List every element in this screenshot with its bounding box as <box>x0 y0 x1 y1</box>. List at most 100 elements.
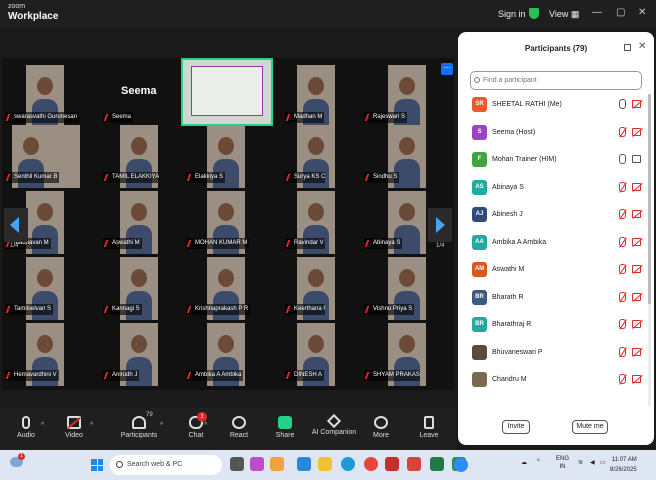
participant-face <box>218 269 234 287</box>
avatar: BR <box>472 317 487 332</box>
camera-off-icon[interactable] <box>632 320 641 328</box>
minimize-icon[interactable]: — <box>592 7 602 18</box>
participant-face <box>399 77 415 95</box>
audio-caret-icon[interactable]: ^ <box>41 422 44 429</box>
participant-face <box>131 335 147 353</box>
file-explorer-icon[interactable] <box>318 457 332 471</box>
mic-muted-icon[interactable] <box>619 346 626 357</box>
tile-name-text: Vishnu Priya S <box>373 306 413 312</box>
participant-row[interactable]: AJ Abinesh J <box>458 206 654 228</box>
participants-button[interactable]: Participants <box>117 408 161 439</box>
sign-in-button[interactable]: Sign in <box>498 9 526 19</box>
muted-mic-icon <box>186 240 195 247</box>
camera-off-icon[interactable] <box>632 237 641 246</box>
taskbar-search-input[interactable]: Search web & PC <box>110 455 222 475</box>
participant-tile-name: Abinaya S <box>364 238 403 249</box>
store-icon[interactable] <box>297 457 311 471</box>
avatar: AM <box>472 262 487 277</box>
chat-caret-icon[interactable]: ^ <box>204 422 207 429</box>
windows-start-icon[interactable] <box>91 459 103 471</box>
language-indicator[interactable]: ENG IN <box>556 455 569 471</box>
video-caret-icon[interactable]: ^ <box>90 422 93 429</box>
participant-name: SHEETAL RATHI (Me) <box>492 101 562 108</box>
mcafee-icon[interactable] <box>385 457 399 471</box>
chat-button[interactable]: Chat <box>174 408 218 439</box>
tile-name-text: Hemavardhini V <box>14 372 57 378</box>
maximize-icon[interactable]: ▢ <box>616 7 625 18</box>
ai-companion-button[interactable]: AI Companion <box>307 408 361 436</box>
page-indicator-left: 1/4 <box>10 243 19 249</box>
wifi-icon[interactable]: ≋ <box>578 459 583 466</box>
mic-muted-icon[interactable] <box>619 236 626 247</box>
participant-row[interactable]: S Seema (Host) <box>458 124 654 146</box>
view-button[interactable]: View ▦ <box>549 9 579 20</box>
clock[interactable]: 11:07 AM 8/26/2025 <box>610 455 637 475</box>
popout-icon[interactable] <box>624 44 631 51</box>
camera-off-icon[interactable] <box>632 292 641 301</box>
participant-row[interactable]: F Mohan Trainer (HIM) <box>458 151 654 173</box>
camera-icon[interactable] <box>632 155 641 163</box>
participant-row[interactable]: Bhuvaneswari P <box>458 344 654 366</box>
windows-taskbar: 1 Search web & PC ☁ ^ ENG IN ≋ ◀ ▭ 11:07… <box>0 450 656 480</box>
leave-button[interactable]: Leave <box>407 408 451 439</box>
more-options-icon[interactable]: ⋯ <box>441 63 453 75</box>
mic-muted-icon[interactable] <box>619 291 626 302</box>
tray-caret-icon[interactable]: ^ <box>537 459 540 465</box>
volume-icon[interactable]: ◀ <box>590 459 595 466</box>
camera-off-icon[interactable] <box>632 127 641 136</box>
mic-muted-icon[interactable] <box>619 264 626 274</box>
participant-scrollbar[interactable] <box>648 94 651 406</box>
participant-row[interactable]: BR Bharath R <box>458 289 654 311</box>
cloud-icon[interactable]: ☁ <box>521 459 527 466</box>
scroll-thumb[interactable] <box>648 94 651 304</box>
participant-row[interactable]: AS Abinaya S <box>458 179 654 201</box>
camera-off-icon[interactable] <box>632 375 641 383</box>
more-button[interactable]: More <box>359 408 403 439</box>
zoom-icon[interactable] <box>454 458 468 472</box>
participant-search-input[interactable]: Find a participant <box>470 71 642 90</box>
camera-off-icon[interactable] <box>632 347 641 356</box>
participants-caret-icon[interactable]: ^ <box>160 422 163 429</box>
door-icon <box>424 416 434 429</box>
mic-muted-icon[interactable] <box>619 319 626 329</box>
mute-me-button[interactable]: Mute me <box>572 420 608 434</box>
camera-off-icon[interactable] <box>632 182 641 191</box>
task-view-icon[interactable] <box>230 457 244 471</box>
camera-off-icon[interactable] <box>632 210 641 218</box>
avatar <box>472 344 487 360</box>
camera-off-icon[interactable] <box>632 265 641 273</box>
participant-row[interactable]: AM Aswathi M <box>458 261 654 283</box>
copilot-icon[interactable] <box>250 457 264 471</box>
participant-tile-name: Hemavardhini V <box>5 370 59 381</box>
close-panel-icon[interactable]: ✕ <box>638 41 646 52</box>
invite-button[interactable]: Invite <box>502 420 530 434</box>
close-icon[interactable]: ✕ <box>638 7 646 18</box>
shield-icon[interactable] <box>529 8 539 19</box>
battery-icon[interactable]: ▭ <box>600 459 606 466</box>
next-page-button[interactable] <box>428 208 452 242</box>
mic-muted-icon[interactable] <box>619 209 626 219</box>
mic-muted-icon[interactable] <box>619 126 626 137</box>
mic-icon[interactable] <box>619 99 626 109</box>
share-button[interactable]: Share <box>263 408 307 439</box>
edge-icon[interactable] <box>341 457 355 471</box>
muted-mic-icon <box>103 114 112 121</box>
active-speaker-tile[interactable] <box>181 58 273 126</box>
mic-muted-icon[interactable] <box>619 181 626 192</box>
gmail-icon[interactable] <box>407 457 421 471</box>
participant-row[interactable]: Chandru M <box>458 371 654 393</box>
participant-tile-name: Surya KS C <box>285 172 325 183</box>
participants-icon <box>132 416 146 429</box>
mic-icon[interactable] <box>619 154 626 164</box>
excel-icon[interactable] <box>430 457 444 471</box>
participant-row[interactable]: AA Ambika A Ambika <box>458 234 654 256</box>
participant-row[interactable]: SR SHEETAL RATHI (Me) <box>458 96 654 118</box>
react-button[interactable]: React <box>217 408 261 439</box>
prev-page-button[interactable] <box>4 208 28 242</box>
grid-icon: ▦ <box>570 9 580 19</box>
chrome-icon[interactable] <box>364 457 378 471</box>
photos-icon[interactable] <box>270 457 284 471</box>
camera-off-icon[interactable] <box>632 100 641 108</box>
mic-muted-icon[interactable] <box>619 374 626 384</box>
participant-row[interactable]: BR Bharathraj R <box>458 316 654 338</box>
